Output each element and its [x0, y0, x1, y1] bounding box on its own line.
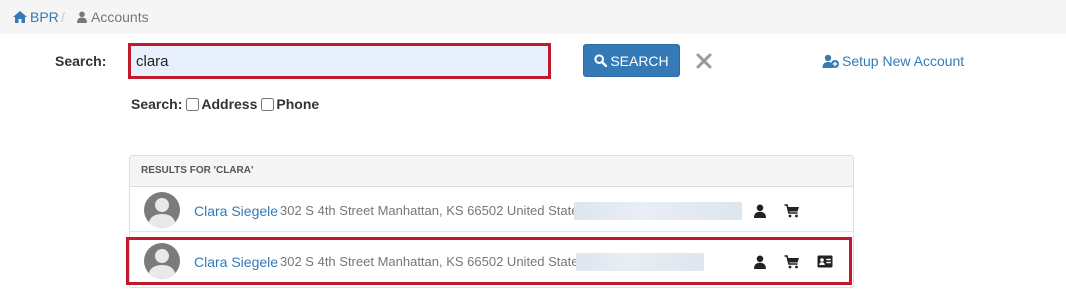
search-label: Search:: [55, 53, 107, 69]
result-address: 302 S 4th Street Manhattan, KS 66502 Uni…: [280, 203, 585, 218]
id-card-icon[interactable]: [817, 255, 833, 268]
results-panel: RESULTS FOR 'CLARA' Clara Siegele 302 S …: [129, 155, 854, 288]
redacted-field: [576, 253, 704, 271]
avatar: [144, 243, 180, 279]
setup-new-account-link[interactable]: Setup New Account: [822, 53, 964, 69]
breadcrumb-home[interactable]: BPR: [13, 8, 59, 26]
search-icon: [594, 54, 608, 67]
breadcrumb-separator: /: [61, 9, 65, 25]
search-button-label: SEARCH: [610, 52, 669, 69]
user-icon: [77, 11, 87, 23]
address-checkbox[interactable]: [186, 97, 200, 111]
breadcrumb-home-label: BPR: [30, 9, 59, 25]
avatar-placeholder-icon: [148, 249, 176, 279]
add-user-icon: [822, 54, 839, 68]
user-icon[interactable]: [753, 204, 767, 218]
result-name-link[interactable]: Clara Siegele: [194, 203, 278, 219]
results-header-label: RESULTS FOR 'CLARA': [141, 165, 254, 176]
results-header: RESULTS FOR 'CLARA': [130, 156, 853, 187]
cart-icon[interactable]: [784, 255, 800, 269]
avatar: [144, 192, 180, 228]
setup-new-account-label: Setup New Account: [842, 53, 965, 69]
search-input[interactable]: [128, 43, 551, 79]
search-options-label: Search:: [131, 96, 183, 112]
search-button[interactable]: SEARCH: [583, 44, 680, 77]
address-checkbox-label: Address: [201, 96, 258, 112]
search-options: Search: Address Phone: [131, 96, 319, 112]
breadcrumb-current-label: Accounts: [91, 9, 149, 25]
breadcrumb-current: Accounts: [76, 8, 149, 26]
cart-icon[interactable]: [784, 204, 800, 218]
result-row: Clara Siegele 302 S 4th Street Manhattan…: [130, 187, 853, 232]
avatar-placeholder-icon: [148, 198, 176, 228]
result-name-link[interactable]: Clara Siegele: [194, 254, 278, 270]
redacted-field: [574, 202, 742, 220]
breadcrumb: BPR / Accounts: [0, 0, 1066, 34]
result-row: Clara Siegele 302 S 4th Street Manhattan…: [130, 238, 853, 282]
close-icon[interactable]: [695, 52, 713, 70]
result-address: 302 S 4th Street Manhattan, KS 66502 Uni…: [280, 254, 585, 269]
home-icon: [13, 11, 27, 23]
user-icon[interactable]: [753, 255, 767, 269]
phone-checkbox-label: Phone: [276, 96, 320, 112]
phone-checkbox[interactable]: [261, 97, 275, 111]
